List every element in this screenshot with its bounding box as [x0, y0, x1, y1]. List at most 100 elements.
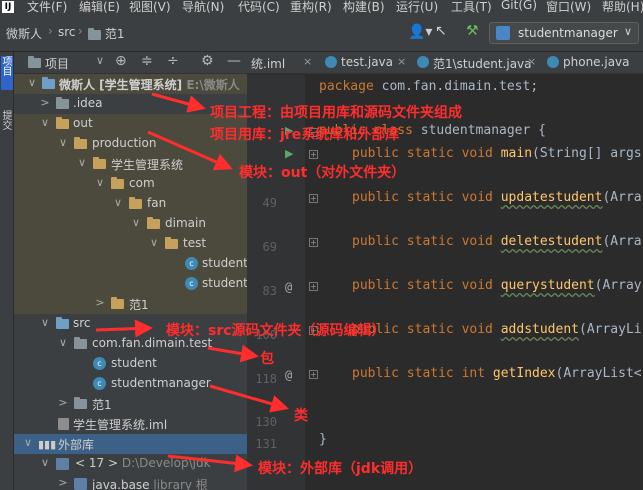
build-hammer-icon[interactable]: ⚒: [466, 23, 479, 39]
code-line: }: [319, 432, 327, 447]
jdk-icon: [56, 458, 69, 470]
tree-row-iml[interactable]: 学生管理系统.iml: [14, 414, 247, 434]
fold-icon[interactable]: +: [309, 238, 318, 247]
run-main-icon[interactable]: ▶: [285, 147, 293, 160]
menu-view[interactable]: 视图(V): [129, 0, 171, 14]
hide-minus-icon[interactable]: —: [227, 53, 241, 69]
fold-icon[interactable]: +: [309, 282, 318, 291]
tree-row-student-class[interactable]: c student: [14, 354, 247, 374]
user-icon[interactable]: 👤▾: [408, 24, 432, 40]
code-line: public static void main(String[] args: [352, 146, 642, 161]
breadcrumb-project[interactable]: 微斯人: [6, 25, 42, 42]
chevron-down-icon[interactable]: ∨: [94, 176, 106, 189]
menu-navigate[interactable]: 导航(N): [182, 0, 224, 14]
locate-crosshair-icon[interactable]: ⊕: [115, 53, 127, 69]
tree-row-fan1-out[interactable]: > 范1: [14, 294, 247, 314]
java-class-icon: c: [93, 357, 106, 370]
stripe-tab-project[interactable]: 项目: [0, 56, 13, 90]
menu-file[interactable]: 文件(F): [27, 0, 67, 14]
tab-test-java[interactable]: test.java ×: [321, 52, 411, 73]
chevron-right-icon[interactable]: >: [39, 96, 51, 109]
tree-row-output-module[interactable]: ∨ 学生管理系统: [14, 154, 247, 174]
collapse-all-icon[interactable]: ÷: [167, 53, 179, 69]
tab-student-java[interactable]: 范1\student.java ×: [413, 52, 541, 73]
tree-row-studentmanager-class[interactable]: c studentmanager: [14, 374, 247, 394]
folder-icon: [88, 27, 101, 40]
menu-refactor[interactable]: 重构(R): [290, 0, 332, 14]
annotation-at-icon: @: [285, 280, 293, 294]
tab-label: 统.iml: [251, 57, 286, 71]
menu-git[interactable]: Git(G): [501, 0, 537, 12]
fold-icon[interactable]: +: [309, 370, 318, 379]
tree-label: fan: [147, 196, 167, 210]
tree-label: production: [92, 136, 157, 150]
tree-row-studentmanager-class-out[interactable]: c studentmanager: [14, 274, 247, 294]
tree-label: 范1: [129, 298, 149, 312]
gear-icon[interactable]: ⚙: [201, 53, 214, 69]
chevron-down-icon[interactable]: ∨: [26, 76, 38, 89]
fold-icon[interactable]: +: [309, 150, 318, 159]
tree-row-jdk[interactable]: ∨ < 17 > D:\Develop\jdk: [14, 454, 247, 474]
chevron-right-icon[interactable]: >: [57, 476, 69, 489]
chevron-down-icon[interactable]: ∨: [112, 196, 124, 209]
code-line: public static void querystudent(Array: [352, 278, 642, 293]
tree-row-dimain[interactable]: ∨ dimain: [14, 214, 247, 234]
chevron-down-icon[interactable]: ∨: [39, 456, 51, 469]
chevron-down-icon[interactable]: ∨: [57, 336, 69, 349]
tree-label: com: [129, 176, 155, 190]
tree-row-com[interactable]: ∨ com: [14, 174, 247, 194]
breadcrumb-separator-icon: ›: [78, 24, 83, 38]
tab-iml[interactable]: 统.iml ×: [247, 52, 319, 73]
menu-tools[interactable]: 工具(T): [451, 0, 492, 14]
annotation-src-module: 模块：src源码文件夹（源码编辑）: [166, 323, 386, 339]
breadcrumb-src[interactable]: src: [58, 25, 76, 39]
tree-row-student-class-out[interactable]: c student: [14, 254, 247, 274]
chevron-down-icon[interactable]: ∨: [57, 136, 69, 149]
tree-label: 微斯人 [学生管理系统] E:\微斯人: [59, 78, 240, 92]
chevron-right-icon[interactable]: >: [94, 296, 106, 309]
menu-window[interactable]: 窗口(W): [546, 0, 591, 14]
code-line: public static void deletestudent(Arra: [352, 234, 642, 249]
chevron-down-icon[interactable]: ∨: [39, 116, 51, 129]
run-configuration-select[interactable]: studentmanager ∨: [489, 22, 639, 44]
menu-help[interactable]: 帮助(H): [602, 0, 643, 14]
close-icon[interactable]: ×: [527, 55, 536, 68]
chevron-down-icon[interactable]: ∨: [148, 236, 160, 249]
tree-row-fan[interactable]: ∨ fan: [14, 194, 247, 214]
line-number: 83: [262, 284, 277, 298]
tree-label: src: [73, 316, 91, 330]
menu-code[interactable]: 代码(C): [238, 0, 280, 14]
chevron-right-icon[interactable]: >: [57, 396, 69, 409]
tree-label: out: [73, 116, 93, 130]
chevron-down-icon[interactable]: ∨: [39, 316, 51, 329]
class-file-icon: c: [185, 277, 198, 290]
back-icon[interactable]: ↖: [435, 23, 447, 39]
iml-file-icon: [58, 418, 69, 430]
tree-row-fan1-src[interactable]: > 范1: [14, 394, 247, 414]
close-icon[interactable]: ×: [397, 55, 406, 68]
menu-build[interactable]: 构建(B): [343, 0, 385, 14]
chevron-down-icon[interactable]: ∨: [130, 216, 142, 229]
tab-phone-java[interactable]: phone.java: [543, 52, 643, 73]
menu-run[interactable]: 运行(U): [396, 0, 438, 14]
chevron-down-icon[interactable]: ∨: [76, 156, 88, 169]
stripe-tab-commit[interactable]: 提交: [0, 110, 13, 140]
project-panel-title[interactable]: 项目: [45, 55, 69, 72]
close-icon[interactable]: ×: [303, 55, 312, 68]
tree-row-test[interactable]: ∨ test: [14, 234, 247, 254]
line-number: 49: [262, 196, 277, 210]
package-icon: [74, 337, 87, 349]
tree-label: test: [183, 236, 207, 250]
fold-icon[interactable]: +: [309, 194, 318, 203]
chevron-down-icon[interactable]: ∨: [22, 436, 34, 449]
tree-row-project-root[interactable]: ∨ 微斯人 [学生管理系统] E:\微斯人: [14, 74, 247, 94]
folder-icon: [111, 177, 124, 189]
jar-icon: [74, 478, 87, 490]
tree-row-java-base[interactable]: > java.base library 根: [14, 474, 247, 490]
chevron-down-icon[interactable]: ∨: [96, 54, 104, 67]
breadcrumb-package[interactable]: 范1: [88, 25, 124, 42]
tree-row-external-libraries[interactable]: ∨ ▮▮▮ 外部库: [14, 434, 247, 454]
expand-all-icon[interactable]: ≑: [141, 53, 153, 69]
menu-edit[interactable]: 编辑(E): [79, 0, 120, 14]
tab-label: 范1\student.java: [433, 57, 532, 71]
